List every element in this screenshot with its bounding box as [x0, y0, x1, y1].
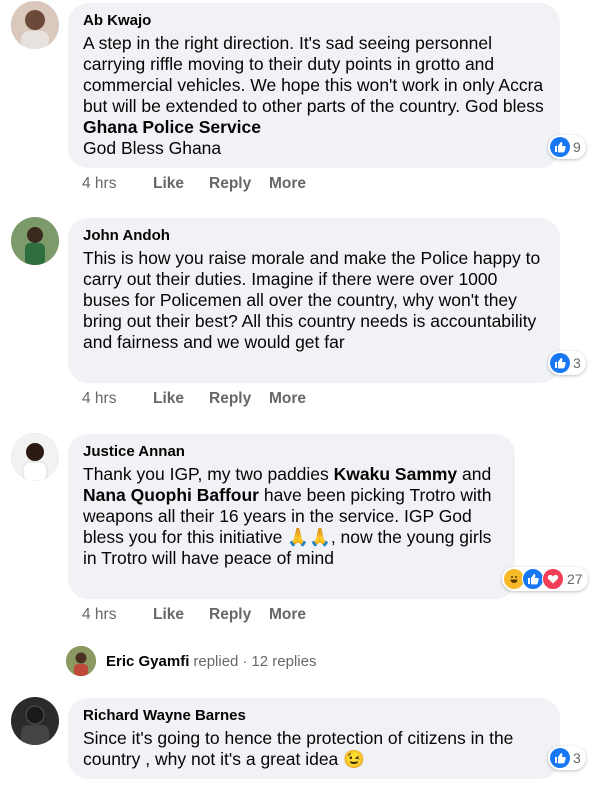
separator-dot: ·: [242, 652, 248, 670]
more-button[interactable]: More: [269, 390, 306, 408]
comment-bubble: John Andoh This is how you raise morale …: [68, 218, 560, 383]
avatar: [66, 646, 96, 676]
replier-name[interactable]: Eric Gyamfi: [106, 653, 189, 670]
comment-actions: 4 hrs Like Reply More: [82, 606, 306, 624]
reactions-summary[interactable]: 9: [548, 135, 586, 159]
comment-author[interactable]: Richard Wayne Barnes: [83, 706, 546, 725]
avatar[interactable]: [11, 1, 59, 49]
like-button[interactable]: Like: [153, 175, 209, 193]
mention-link[interactable]: Nana Quophi Baffour: [83, 485, 259, 505]
reaction-count: 9: [573, 139, 581, 155]
comment-bubble: Justice Annan Thank you IGP, my two padd…: [68, 434, 515, 599]
reaction-count: 27: [567, 571, 583, 587]
reply-button[interactable]: Reply: [209, 390, 269, 408]
timestamp[interactable]: 4 hrs: [82, 390, 153, 408]
reactions-summary[interactable]: 3: [548, 746, 586, 770]
reply-button[interactable]: Reply: [209, 175, 269, 193]
reaction-count: 3: [573, 355, 581, 371]
avatar[interactable]: [11, 217, 59, 265]
comment-text: This is how you raise morale and make th…: [83, 248, 541, 352]
reactions-summary[interactable]: 27: [502, 567, 588, 591]
reaction-count: 3: [573, 750, 581, 766]
comment-author[interactable]: John Andoh: [83, 226, 546, 245]
reply-count[interactable]: 12 replies: [251, 653, 316, 670]
reply-button[interactable]: Reply: [209, 606, 269, 624]
comment-text: Thank you IGP, my two paddies Kwaku Samm…: [83, 464, 492, 568]
like-reaction-icon: [522, 568, 544, 590]
avatar[interactable]: [11, 697, 59, 745]
avatar[interactable]: [11, 433, 59, 481]
comment-actions: 4 hrs Like Reply More: [82, 390, 306, 408]
view-replies-link[interactable]: Eric Gyamfi replied · 12 replies: [66, 646, 316, 676]
comment-text: A step in the right direction. It's sad …: [83, 33, 544, 158]
reactions-summary[interactable]: 3: [548, 351, 586, 375]
comment-author[interactable]: Justice Annan: [83, 442, 501, 461]
like-button[interactable]: Like: [153, 390, 209, 408]
haha-reaction-icon: [504, 569, 524, 589]
like-button[interactable]: Like: [153, 606, 209, 624]
like-reaction-icon: [550, 748, 570, 768]
replied-label: replied: [193, 652, 239, 670]
timestamp[interactable]: 4 hrs: [82, 175, 153, 193]
comment-author[interactable]: Ab Kwajo: [83, 11, 546, 30]
mention-link[interactable]: Ghana Police Service: [83, 117, 261, 137]
comment-actions: 4 hrs Like Reply More: [82, 175, 306, 193]
mention-link[interactable]: Kwaku Sammy: [334, 464, 458, 484]
like-reaction-icon: [550, 137, 570, 157]
like-reaction-icon: [550, 353, 570, 373]
timestamp[interactable]: 4 hrs: [82, 606, 153, 624]
comment-text: Since it's going to hence the protection…: [83, 728, 514, 769]
more-button[interactable]: More: [269, 606, 306, 624]
comment-bubble: Richard Wayne Barnes Since it's going to…: [68, 698, 560, 779]
love-reaction-icon: [542, 568, 564, 590]
more-button[interactable]: More: [269, 175, 306, 193]
comment-bubble: Ab Kwajo A step in the right direction. …: [68, 3, 560, 168]
